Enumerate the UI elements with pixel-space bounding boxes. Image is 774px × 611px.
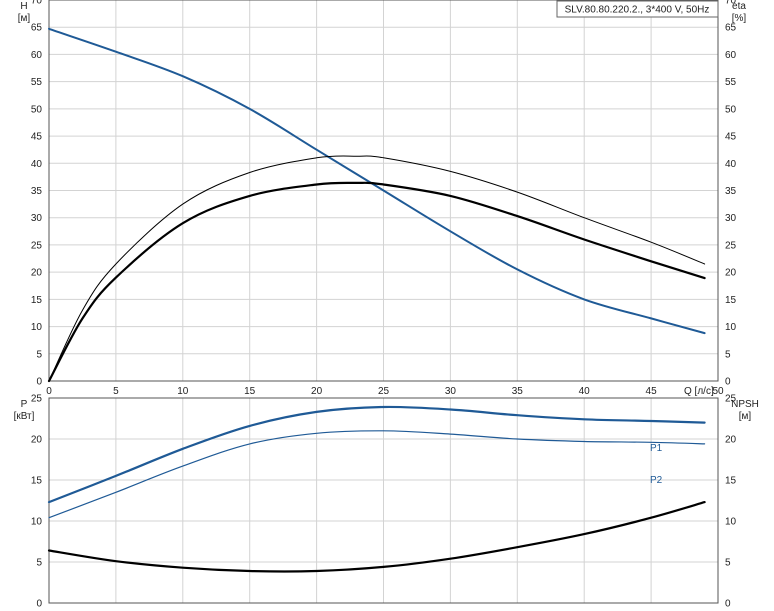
head-tick-label: 25 [31,240,43,251]
head-tick-label: 45 [31,132,43,143]
eta-axis-unit: [%] [732,13,747,24]
head-axis-label: H [20,1,27,12]
head-tick-label: 55 [31,77,43,88]
npsh-tick-label: 0 [725,599,731,610]
eta-tick-label: 5 [725,349,731,360]
x-tick-label: 20 [311,386,323,397]
x-tick-label: 25 [378,386,390,397]
power-tick-label: 25 [31,394,43,405]
eta-tick-label: 0 [725,377,731,388]
eta-tick-label: 10 [725,322,737,333]
efficiency-curve-thin [48,155,706,382]
head-curve [48,27,706,335]
head-tick-label: 0 [36,377,42,388]
x-tick-label: 30 [445,386,457,397]
npsh-tick-label: 15 [725,476,737,487]
power-tick-label: 20 [31,435,43,446]
x-tick-label: 15 [244,386,256,397]
p1-power-curve [47,405,706,504]
head-tick-label: 10 [31,322,43,333]
head-tick-label: 20 [31,268,43,279]
eta-tick-label: 30 [725,213,737,224]
npsh-axis-unit: [м] [739,411,752,422]
power-tick-label: 15 [31,476,43,487]
eta-tick-label: 50 [725,104,737,115]
npsh-curve [47,501,706,573]
head-tick-label: 65 [31,23,43,34]
eta-tick-label: 60 [725,50,737,61]
eta-tick-label: 55 [725,77,737,88]
eta-tick-label: 15 [725,295,737,306]
head-tick-label: 40 [31,159,43,170]
npsh-tick-label: 10 [725,517,737,528]
efficiency-curve-thick [47,181,706,383]
head-tick-label: 70 [31,0,43,7]
npsh-axis-label: NPSH [731,399,759,410]
head-tick-label: 15 [31,295,43,306]
flow-axis-label: Q [л/с] [684,386,714,397]
x-tick-label: 35 [512,386,524,397]
data-series [47,27,706,573]
npsh-tick-label: 5 [725,558,731,569]
eta-tick-label: 40 [725,159,737,170]
eta-tick-label: 20 [725,268,737,279]
head-axis-unit: [м] [18,13,31,24]
head-tick-label: 60 [31,50,43,61]
pump-performance-chart: 0 5 10 15 20 25 30 35 40 45 500 05 510 1015 1520 2025 25… [14,0,759,610]
x-tick-label: 40 [579,386,591,397]
x-tick-label: 10 [177,386,189,397]
head-tick-label: 50 [31,104,43,115]
eta-axis-label: eta [732,1,746,12]
p2-power-curve [48,430,706,519]
power-axis-unit: [кВт] [14,411,35,422]
eta-tick-label: 25 [725,240,737,251]
x-tick-label: 0 [46,386,52,397]
head-tick-label: 35 [31,186,43,197]
head-tick-label: 30 [31,213,43,224]
power-tick-label: 0 [36,599,42,610]
chart-title: SLV.80.80.220.2., 3*400 V, 50Hz [565,5,710,16]
head-tick-label: 5 [36,349,42,360]
power-tick-label: 10 [31,517,43,528]
x-tick-label: 50 [712,386,724,397]
p1-series-label: P1 [650,443,663,454]
eta-tick-label: 35 [725,186,737,197]
power-tick-label: 5 [36,558,42,569]
p2-series-label: P2 [650,475,663,486]
x-tick-label: 45 [646,386,658,397]
x-tick-label: 5 [113,386,119,397]
npsh-tick-label: 20 [725,435,737,446]
power-axis-label: P [21,399,28,410]
eta-tick-label: 45 [725,132,737,143]
eta-tick-label: 65 [725,23,737,34]
grid-lines [48,0,719,604]
